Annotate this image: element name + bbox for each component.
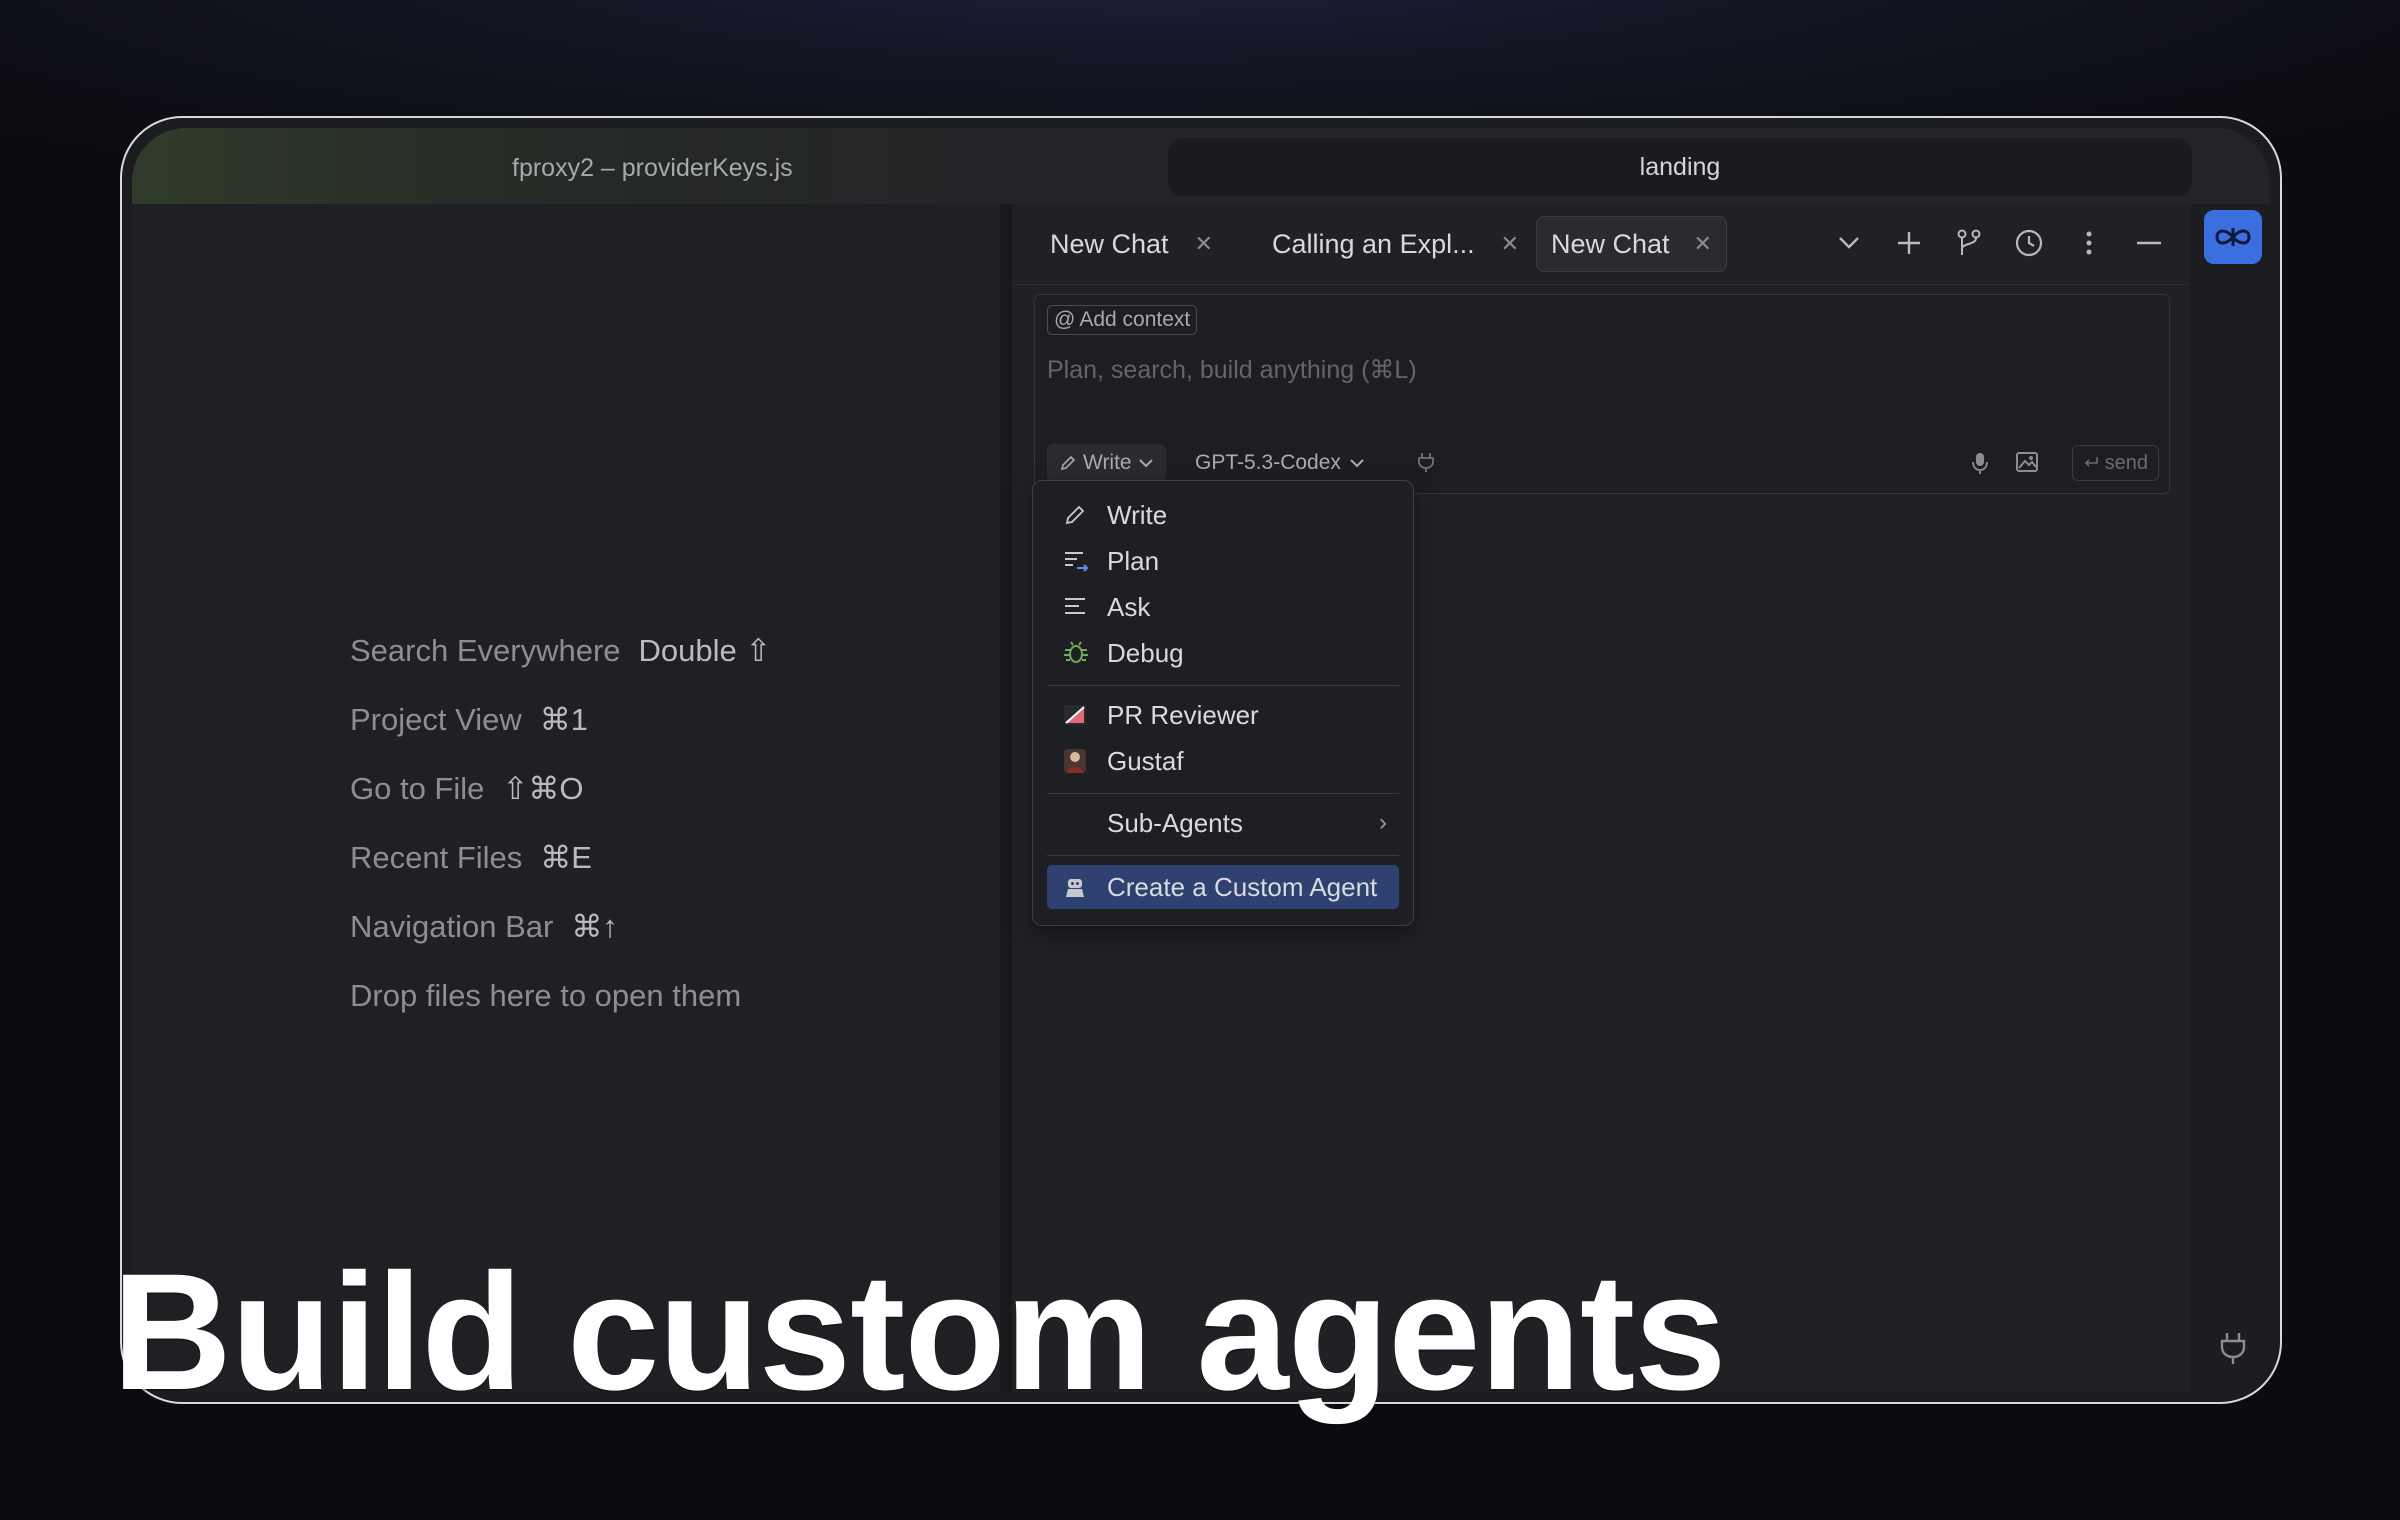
menu-separator [1047,855,1399,856]
chevron-down-icon [1138,459,1153,468]
hint-drop-files: Drop files here to open them [350,977,742,1013]
minimize-icon[interactable] [2132,226,2166,260]
menu-item-sub-agents[interactable]: Sub-Agents › [1047,801,1399,845]
menu-item-debug[interactable]: Debug [1047,631,1399,675]
history-icon[interactable] [2012,226,2046,260]
menu-separator [1047,793,1399,794]
branch-widget[interactable]: landing [1168,138,2192,196]
menu-item-gustaf[interactable]: Gustaf [1047,739,1399,783]
editor-empty-pane: Search Everywhere Double ⇧ Project View ⌘1… [138,204,1000,1392]
shortcut: ⇧⌘O [502,770,584,806]
close-icon[interactable]: ✕ [1694,231,1712,257]
pencil-icon [1060,455,1076,471]
tab-new-chat-active[interactable]: New Chat ✕ [1536,216,1727,272]
model-selector[interactable]: GPT-5.3-Codex [1195,444,1365,482]
hint-search-everywhere: Search Everywhere Double ⇧ [350,632,772,668]
title-bar: fproxy2 – providerKeys.js landing [132,128,2270,204]
caption-headline: Build custom agents [112,1240,1727,1425]
right-tool-strip [2190,204,2270,1392]
bug-icon [1063,640,1097,666]
ai-assistant-icon [2215,228,2251,246]
microphone-icon[interactable] [1971,451,1989,480]
plan-icon [1063,549,1097,573]
return-icon [2084,457,2098,467]
menu-separator [1047,685,1399,686]
welcome-hints: Search Everywhere Double ⇧ Project View ⌘1… [350,616,771,1030]
plug-icon[interactable] [1417,451,1435,478]
menu-item-write[interactable]: Write [1047,493,1399,537]
image-icon[interactable] [2015,451,2039,478]
close-icon[interactable]: ✕ [1195,231,1213,257]
mode-dropdown-menu: Write Plan Ask Debug PR Reviewer Gustaf … [1032,480,1414,926]
chat-composer: @ Add context Plan, search, build anythin… [1034,294,2170,494]
pr-reviewer-icon [1063,704,1097,726]
tab-new-chat-1[interactable]: New Chat ✕ [1050,216,1213,272]
robot-icon [1063,875,1097,899]
project-title[interactable]: fproxy2 – providerKeys.js [512,154,793,183]
menu-item-plan[interactable]: Plan [1047,539,1399,583]
hint-go-to-file: Go to File ⇧⌘O [350,770,584,806]
tab-calling-an-expl[interactable]: Calling an Expl... ✕ [1272,216,1519,272]
shortcut: ⌘1 [539,701,588,737]
menu-item-create-custom-agent[interactable]: Create a Custom Agent [1047,865,1399,909]
more-vertical-icon[interactable] [2072,226,2106,260]
chevron-down-icon [1350,459,1364,468]
lines-icon [1063,596,1097,618]
hint-project-view: Project View ⌘1 [350,701,588,737]
shortcut: Double ⇧ [638,632,772,668]
shortcut: ⌘↑ [571,908,618,944]
hint-recent-files: Recent Files ⌘E [350,839,592,875]
menu-item-ask[interactable]: Ask [1047,585,1399,629]
shortcut: ⌘E [540,839,592,875]
close-icon[interactable]: ✕ [1501,231,1519,257]
hint-navigation-bar: Navigation Bar ⌘↑ [350,908,618,944]
send-button[interactable]: send [2071,445,2159,481]
pencil-icon [1063,503,1097,527]
gustaf-avatar [1063,748,1097,774]
pane-divider[interactable] [1000,204,1012,1392]
chat-toolbar [1832,226,2166,260]
add-context-button[interactable]: @ Add context [1047,305,1198,335]
chevron-down-icon[interactable] [1832,226,1866,260]
chevron-right-icon: › [1379,809,1387,836]
tabs-separator [1012,284,2194,285]
chat-tabs: New Chat ✕ Calling an Expl... ✕ New Chat ✕ [1012,204,2194,284]
plug-icon[interactable] [2218,1330,2248,1371]
mode-selector[interactable]: Write [1047,444,1166,482]
ai-assistant-button[interactable] [2204,210,2262,264]
branch-icon[interactable] [1952,226,1986,260]
prompt-input[interactable]: Plan, search, build anything (⌘L) [1047,355,1417,385]
menu-item-pr-reviewer[interactable]: PR Reviewer [1047,693,1399,737]
at-icon: @ [1054,308,1076,331]
plus-icon[interactable] [1892,226,1926,260]
